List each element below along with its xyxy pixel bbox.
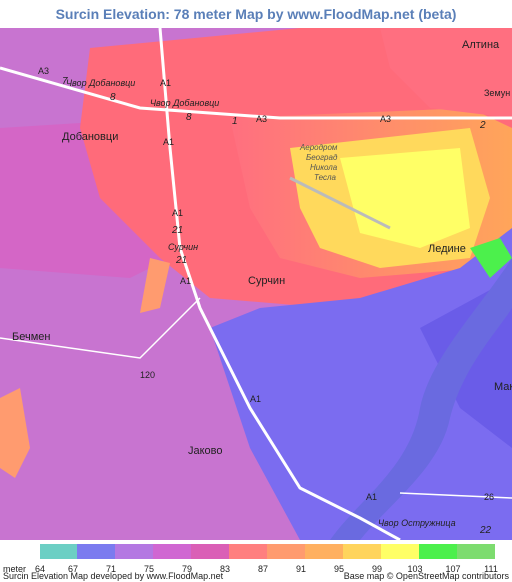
road-label-a1-southeast: A1	[366, 492, 377, 502]
road-number-1: 1	[232, 116, 238, 127]
road-label-a3-center: A3	[256, 114, 267, 124]
place-dobanovci: Добановци	[62, 131, 118, 143]
legend-swatch-6	[229, 544, 267, 559]
road-number-8-west: 8	[110, 92, 116, 103]
legend-swatch-10	[381, 544, 419, 559]
legend-swatch-2	[77, 544, 115, 559]
place-altina: Алтина	[462, 39, 500, 51]
road-number-21-south: 21	[175, 255, 187, 266]
legend-swatch-5	[191, 544, 229, 559]
road-label-a3-east: A3	[380, 114, 391, 124]
legend-swatch-12	[457, 544, 495, 559]
place-surcin: Сурчин	[248, 275, 285, 287]
road-label-a3-west: A3	[38, 66, 49, 76]
road-number-2: 2	[479, 120, 486, 131]
interchange-surcin: Сурчин	[168, 242, 198, 252]
road-label-a1-surcin: A1	[180, 276, 191, 286]
interchange-dobanovci-west: Чвор Добановци	[66, 78, 135, 88]
place-ledine: Ледине	[428, 243, 466, 255]
road-number-21-north: 21	[171, 225, 183, 236]
place-zemun: Земун	[484, 88, 510, 98]
legend-swatch-1	[40, 544, 77, 559]
road-label-26: 26	[484, 492, 494, 502]
footer-basemap: Base map © OpenStreetMap contributors	[343, 571, 509, 581]
road-number-8-east: 8	[186, 112, 192, 123]
footer-credit: Surcin Elevation Map developed by www.Fl…	[3, 571, 224, 581]
interchange-dobanovci-east: Чвор Добановци	[150, 98, 219, 108]
legend-swatch-11	[419, 544, 457, 559]
road-label-a1-dobanovci: A1	[163, 137, 174, 147]
place-jakovo: Јаково	[188, 445, 223, 457]
legend-swatch-3	[115, 544, 153, 559]
interchange-ostruzhnica: Чвор Остружница	[378, 518, 456, 528]
road-number-22: 22	[479, 525, 492, 536]
legend-label-87: 87	[257, 564, 268, 574]
airport-label-line-2: Београд	[306, 153, 338, 162]
airport-label-line-4: Тесла	[314, 173, 336, 182]
legend-label-91: 91	[295, 564, 306, 574]
legend-swatch-8	[305, 544, 343, 559]
road-label-a1-north: A1	[160, 78, 171, 88]
page-title: Surcin Elevation: 78 meter Map by www.Fl…	[55, 6, 457, 22]
legend-swatch-7	[267, 544, 305, 559]
place-mak: Мак	[494, 381, 512, 393]
airport-label-line-3: Никола	[310, 163, 338, 172]
legend-swatch-4	[153, 544, 191, 559]
place-bechmen: Бечмен	[12, 331, 50, 343]
road-label-a1-south: A1	[250, 394, 261, 404]
elevation-map[interactable]: Алтина Земун Добановци Бечмен Ледине Сур…	[0, 28, 512, 540]
legend-swatch-9	[343, 544, 381, 559]
road-label-a1-central: A1	[172, 208, 183, 218]
road-label-120: 120	[140, 370, 155, 380]
airport-label-line-1: Аеродром	[299, 143, 338, 152]
